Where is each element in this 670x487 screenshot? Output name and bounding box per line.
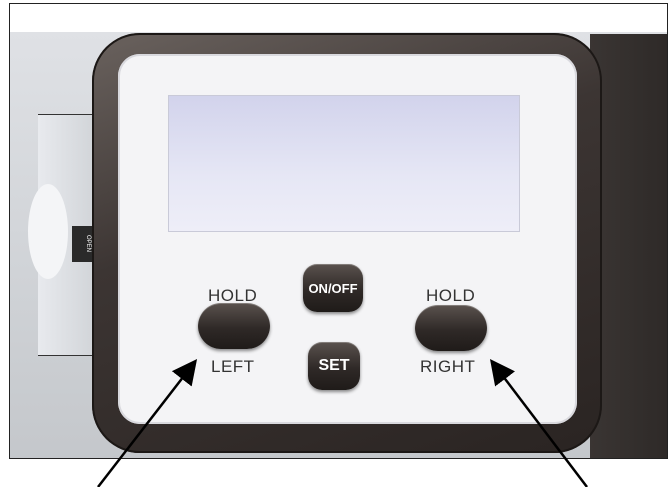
right-callout-arrow	[489, 359, 588, 487]
left-callout-arrow	[97, 359, 198, 487]
callout-arrows	[97, 359, 588, 487]
